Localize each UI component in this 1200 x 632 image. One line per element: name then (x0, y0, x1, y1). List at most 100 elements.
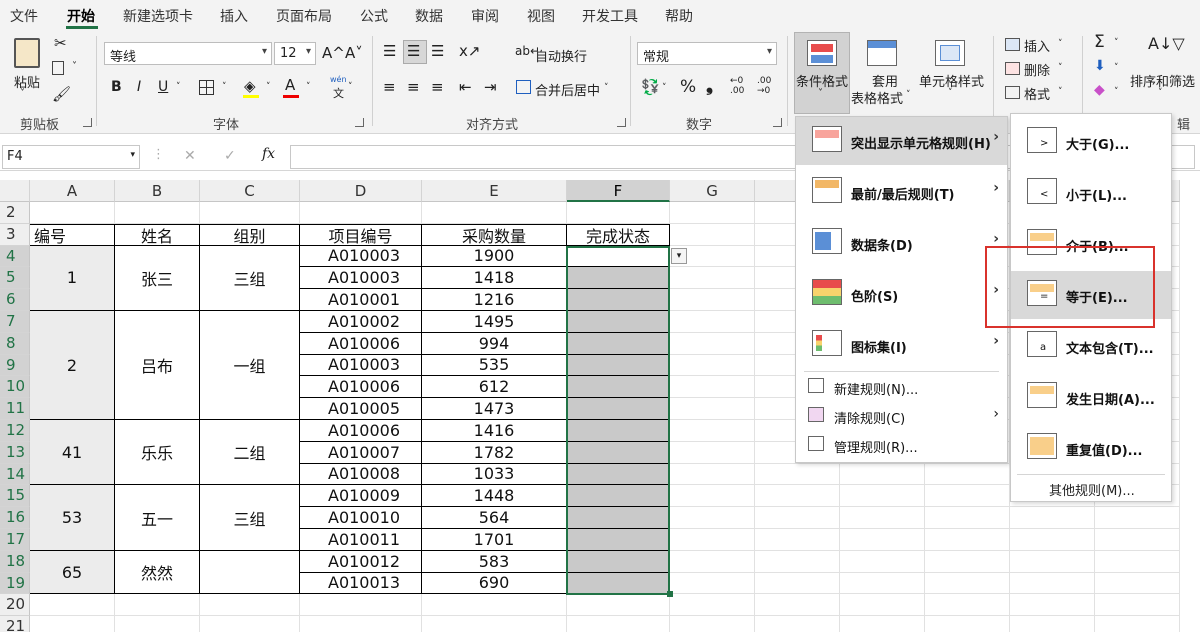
status-cell[interactable] (567, 398, 670, 420)
item-code-cell[interactable]: A010010 (300, 507, 422, 529)
merged-cell[interactable]: 然然 (115, 550, 200, 595)
column-header[interactable]: F (567, 180, 670, 202)
decrease-indent-icon[interactable]: ⇤ (459, 78, 472, 96)
table-header-cell[interactable]: 组别 (200, 223, 300, 246)
merged-cell[interactable]: 三组 (200, 245, 300, 311)
column-header[interactable]: D (300, 180, 422, 202)
menu-item-duplicate-values[interactable]: 重复值(D)... (1011, 424, 1171, 472)
row-header[interactable]: 2 (0, 202, 30, 224)
column-header[interactable]: C (200, 180, 300, 202)
underline-button[interactable]: U (158, 79, 168, 95)
align-top-icon[interactable]: ☰ (383, 42, 396, 60)
merged-cell[interactable]: 一组 (200, 311, 300, 420)
number-format-select[interactable]: 常规 ▾ (637, 42, 777, 65)
cell[interactable] (670, 550, 755, 573)
font-color-icon[interactable]: A (285, 76, 295, 94)
cell-style-dropdown-icon[interactable]: ˅ (948, 88, 953, 98)
table-header-cell[interactable]: 完成状态 (567, 223, 670, 246)
quantity-cell[interactable]: 1473 (422, 398, 567, 420)
fill-dropdown-icon[interactable]: ˅ (1114, 63, 1119, 73)
cell[interactable] (840, 529, 925, 551)
font-launcher-icon[interactable] (355, 118, 364, 127)
item-code-cell[interactable]: A010012 (300, 550, 422, 573)
table-header-cell[interactable]: 采购数量 (422, 223, 567, 246)
cell[interactable] (670, 463, 755, 486)
column-header[interactable]: A (30, 180, 115, 202)
menu-item-text-contains[interactable]: a 文本包含(T)... (1011, 322, 1171, 370)
currency-dropdown-icon[interactable]: ˅ (662, 83, 667, 93)
cell[interactable] (422, 202, 567, 224)
cell[interactable] (567, 594, 670, 617)
tab-help[interactable]: 帮助 (665, 6, 693, 26)
menu-item-icon-sets[interactable]: 图标集(I) › (796, 321, 1007, 369)
cell[interactable] (755, 463, 840, 486)
merged-cell[interactable]: 三组 (200, 485, 300, 551)
status-cell[interactable] (567, 332, 670, 355)
quantity-cell[interactable]: 583 (422, 550, 567, 573)
sort-filter-dropdown-icon[interactable]: ˅ (1158, 88, 1163, 98)
cell[interactable] (200, 202, 300, 224)
fill-dropdown-icon[interactable]: ˅ (266, 82, 271, 92)
cell[interactable] (1095, 550, 1180, 573)
quantity-cell[interactable]: 1782 (422, 441, 567, 464)
status-cell[interactable] (567, 441, 670, 464)
table-header-cell[interactable]: 项目编号 (300, 223, 422, 246)
cell[interactable] (1010, 616, 1095, 632)
fill-color-icon[interactable]: ◈ (244, 77, 256, 95)
cell[interactable] (670, 376, 755, 399)
menu-item-greater-than[interactable]: > 大于(G)... (1011, 118, 1171, 166)
quantity-cell[interactable]: 1216 (422, 289, 567, 311)
merge-dropdown-icon[interactable]: ˅ (604, 83, 609, 93)
cell[interactable] (670, 594, 755, 617)
merged-cell[interactable]: 五一 (115, 485, 200, 551)
border-dropdown-icon[interactable]: ˅ (222, 82, 227, 92)
row-header[interactable]: 14 (0, 463, 30, 486)
cell[interactable] (840, 572, 925, 595)
quantity-cell[interactable]: 994 (422, 332, 567, 355)
merged-cell[interactable]: 张三 (115, 245, 200, 311)
cell[interactable] (670, 507, 755, 529)
cell[interactable] (30, 616, 115, 632)
insert-function-icon[interactable]: fx (262, 146, 275, 162)
font-size-select[interactable]: 12 ▾ (274, 42, 316, 65)
item-code-cell[interactable]: A010003 (300, 245, 422, 268)
row-header[interactable]: 4 (0, 245, 30, 268)
item-code-cell[interactable]: A010013 (300, 572, 422, 595)
fill-handle[interactable] (667, 591, 673, 598)
paste-icon[interactable] (14, 38, 40, 68)
cell[interactable] (840, 485, 925, 508)
cell[interactable] (840, 594, 925, 617)
item-code-cell[interactable]: A010011 (300, 529, 422, 551)
border-icon[interactable] (199, 80, 214, 95)
font-name-select[interactable]: 等线 ▾ (104, 42, 272, 65)
menu-item-highlight-rules[interactable]: 突出显示单元格规则(H) › (796, 117, 1007, 165)
cancel-icon[interactable]: ✕ (184, 148, 196, 164)
column-header[interactable]: E (422, 180, 567, 202)
orientation-icon[interactable]: ⅹ↗ (459, 42, 480, 60)
column-header[interactable]: B (115, 180, 200, 202)
status-cell[interactable] (567, 289, 670, 311)
quantity-cell[interactable]: 1448 (422, 485, 567, 508)
format-cells-button[interactable]: 格式 (1024, 84, 1050, 103)
merged-cell[interactable]: 41 (30, 420, 115, 486)
clear-icon[interactable]: ◆ (1094, 82, 1105, 98)
row-header[interactable]: 20 (0, 594, 30, 617)
cell[interactable] (115, 616, 200, 632)
status-cell[interactable] (567, 463, 670, 486)
align-bottom-icon[interactable]: ☰ (431, 42, 444, 60)
increase-indent-icon[interactable]: ⇥ (484, 78, 497, 96)
table-format-icon[interactable] (867, 40, 897, 66)
item-code-cell[interactable]: A010006 (300, 420, 422, 442)
cell[interactable] (670, 267, 755, 290)
status-cell[interactable] (567, 507, 670, 529)
tab-insert[interactable]: 插入 (220, 6, 248, 26)
autosum-dropdown-icon[interactable]: ˅ (1114, 38, 1119, 48)
cell[interactable] (115, 202, 200, 224)
cell[interactable] (567, 616, 670, 632)
tab-formulas[interactable]: 公式 (360, 6, 388, 26)
cell[interactable] (925, 572, 1010, 595)
cell[interactable] (670, 485, 755, 508)
italic-button[interactable]: I (137, 79, 141, 95)
row-header[interactable]: 5 (0, 267, 30, 290)
delete-cells-icon[interactable] (1005, 62, 1020, 75)
